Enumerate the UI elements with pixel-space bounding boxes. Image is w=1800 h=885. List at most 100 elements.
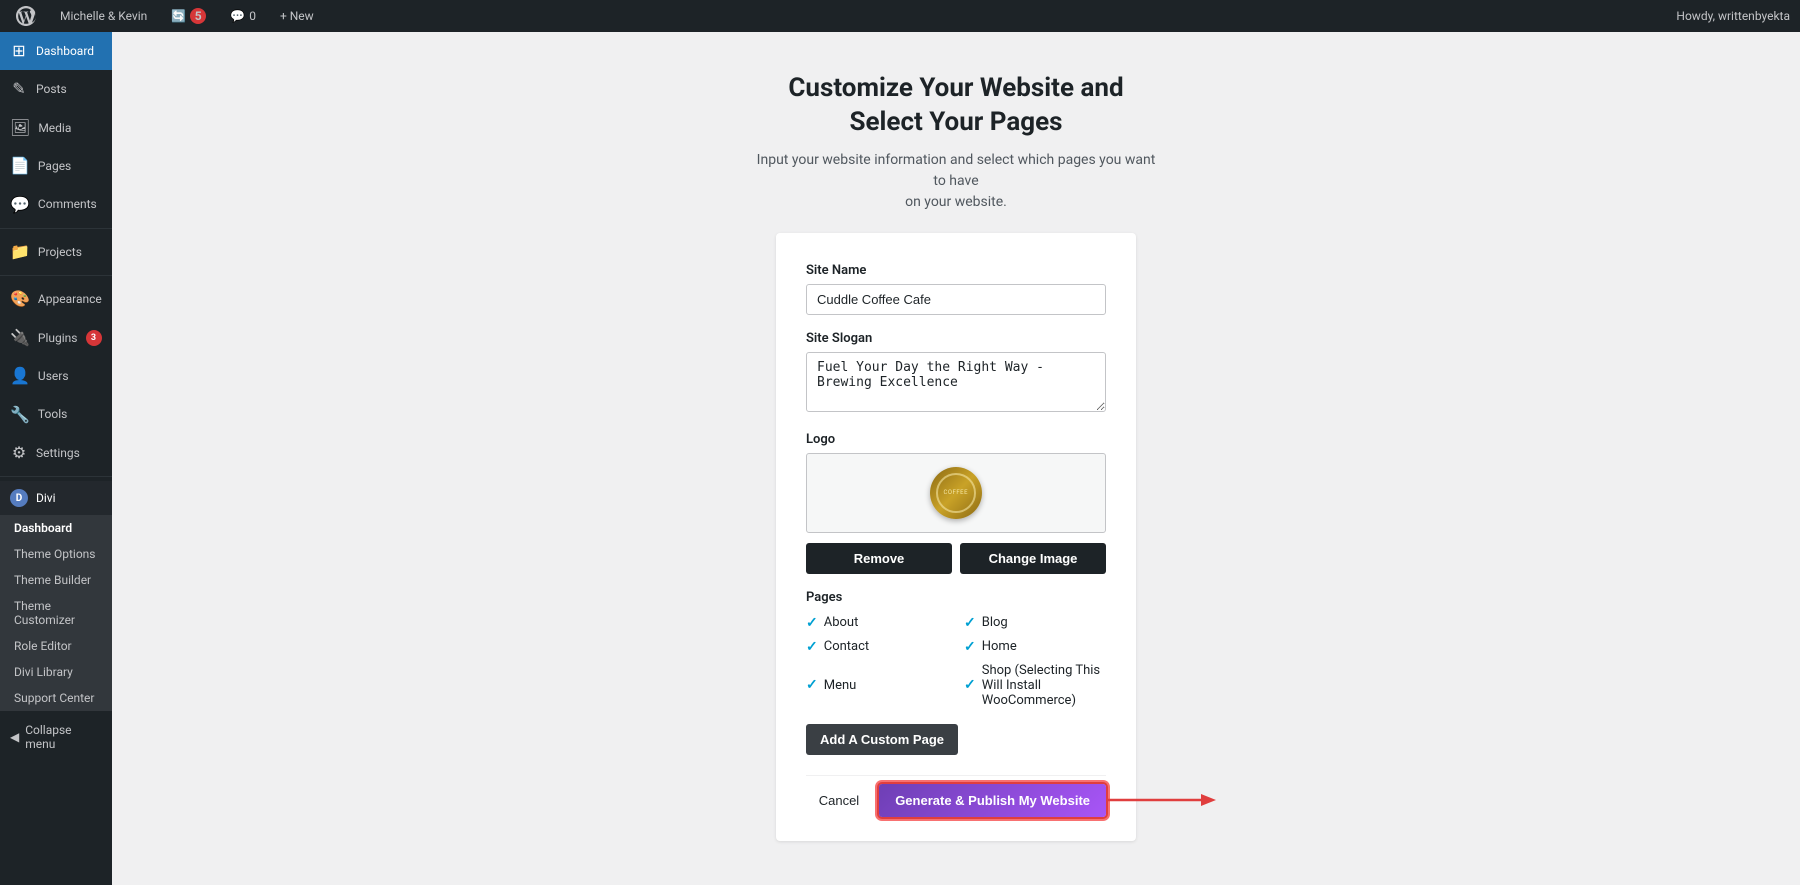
new-label: + New bbox=[280, 9, 314, 23]
sidebar-item-settings[interactable]: ⚙ Settings bbox=[0, 434, 112, 472]
settings-icon: ⚙ bbox=[10, 442, 28, 464]
pages-group: Pages ✓ About ✓ Blog ✓ Contact bbox=[806, 590, 1106, 708]
sidebar-item-theme-options[interactable]: Theme Options bbox=[0, 541, 112, 567]
sidebar-item-posts[interactable]: ✎ Posts bbox=[0, 70, 112, 108]
publish-button[interactable]: Generate & Publish My Website bbox=[879, 784, 1106, 817]
sidebar-item-label-plugins: Plugins bbox=[38, 330, 78, 347]
page-subtitle: Input your website information and selec… bbox=[756, 150, 1156, 213]
publish-annotation: Generate & Publish My Website bbox=[879, 784, 1106, 817]
main-layout: ⊞ Dashboard ✎ Posts 🖼 Media 📄 Pages 💬 Co… bbox=[0, 32, 1800, 885]
sidebar-item-label-comments: Comments bbox=[38, 196, 97, 213]
check-blog-icon: ✓ bbox=[964, 615, 976, 631]
divi-logo-dot: D bbox=[10, 489, 28, 507]
sidebar-separator-3 bbox=[0, 476, 112, 477]
page-home-label: Home bbox=[982, 639, 1017, 654]
pages-grid: ✓ About ✓ Blog ✓ Contact ✓ Home bbox=[806, 615, 1106, 708]
divi-header[interactable]: D Divi bbox=[0, 481, 112, 515]
collapse-label: Collapse menu bbox=[25, 723, 102, 751]
sidebar-item-theme-builder[interactable]: Theme Builder bbox=[0, 567, 112, 593]
customize-card: Site Name Site Slogan Fuel Your Day the … bbox=[776, 233, 1136, 841]
site-name-bar[interactable]: Michelle & Kevin bbox=[54, 0, 153, 32]
sidebar-item-plugins[interactable]: 🔌 Plugins 3 bbox=[0, 319, 112, 357]
site-name-group: Site Name bbox=[806, 263, 1106, 315]
content-area: Customize Your Website andSelect Your Pa… bbox=[112, 32, 1800, 885]
check-menu-icon: ✓ bbox=[806, 677, 818, 693]
comments-nav-icon: 💬 bbox=[10, 194, 30, 216]
sidebar-item-media[interactable]: 🖼 Media bbox=[0, 109, 112, 147]
page-item-about: ✓ About bbox=[806, 615, 948, 631]
card-footer: Cancel Generate & Publish My Website bbox=[806, 775, 1106, 817]
page-item-home: ✓ Home bbox=[964, 639, 1106, 655]
sidebar-item-appearance[interactable]: 🎨 Appearance bbox=[0, 280, 112, 318]
sidebar-item-label-media: Media bbox=[38, 120, 71, 137]
check-shop-icon: ✓ bbox=[964, 677, 976, 693]
sidebar-item-support-center[interactable]: Support Center bbox=[0, 685, 112, 711]
updates-badge: 5 bbox=[190, 8, 206, 24]
check-contact-icon: ✓ bbox=[806, 639, 818, 655]
cancel-button[interactable]: Cancel bbox=[811, 787, 867, 814]
logo-label: Logo bbox=[806, 432, 1106, 447]
add-custom-page-button[interactable]: Add A Custom Page bbox=[806, 724, 958, 755]
page-title: Customize Your Website andSelect Your Pa… bbox=[756, 72, 1156, 140]
page-contact-label: Contact bbox=[824, 639, 869, 654]
projects-icon: 📁 bbox=[10, 241, 30, 263]
sidebar-item-label-dashboard: Dashboard bbox=[36, 43, 94, 60]
page-shop-label: Shop (Selecting This Will Install WooCom… bbox=[982, 663, 1106, 708]
appearance-icon: 🎨 bbox=[10, 288, 30, 310]
sidebar-separator-1 bbox=[0, 228, 112, 229]
sidebar-item-label-posts: Posts bbox=[36, 81, 67, 98]
sidebar-item-theme-customizer[interactable]: Theme Customizer bbox=[0, 593, 112, 633]
tools-icon: 🔧 bbox=[10, 404, 30, 426]
sidebar-item-role-editor[interactable]: Role Editor bbox=[0, 633, 112, 659]
sidebar-item-label-pages: Pages bbox=[38, 158, 71, 175]
updates-icon: 🔄 bbox=[171, 9, 186, 23]
posts-icon: ✎ bbox=[10, 78, 28, 100]
updates-item[interactable]: 🔄 5 bbox=[165, 0, 212, 32]
divi-section: D Divi Dashboard Theme Options Theme Bui… bbox=[0, 481, 112, 711]
page-blog-label: Blog bbox=[982, 615, 1008, 630]
sidebar-item-users[interactable]: 👤 Users bbox=[0, 357, 112, 395]
howdy-text: Howdy, writtenbyekta bbox=[1676, 9, 1790, 23]
divi-submenu: Dashboard Theme Options Theme Builder Th… bbox=[0, 515, 112, 711]
remove-logo-button[interactable]: Remove bbox=[806, 543, 952, 574]
sidebar-item-projects[interactable]: 📁 Projects bbox=[0, 233, 112, 271]
sidebar-item-label-appearance: Appearance bbox=[38, 291, 102, 308]
check-home-icon: ✓ bbox=[964, 639, 976, 655]
collapse-icon: ◀ bbox=[10, 730, 19, 744]
page-heading: Customize Your Website andSelect Your Pa… bbox=[756, 72, 1156, 213]
site-name-text: Michelle & Kevin bbox=[60, 9, 147, 23]
logo-group: Logo Remove Change Image bbox=[806, 432, 1106, 574]
sidebar: ⊞ Dashboard ✎ Posts 🖼 Media 📄 Pages 💬 Co… bbox=[0, 32, 112, 885]
comments-count: 0 bbox=[249, 9, 256, 23]
sidebar-item-dashboard[interactable]: ⊞ Dashboard bbox=[0, 32, 112, 70]
plugins-icon: 🔌 bbox=[10, 327, 30, 349]
page-item-blog: ✓ Blog bbox=[964, 615, 1106, 631]
sidebar-item-tools[interactable]: 🔧 Tools bbox=[0, 396, 112, 434]
site-name-input[interactable] bbox=[806, 284, 1106, 315]
check-about-icon: ✓ bbox=[806, 615, 818, 631]
page-item-contact: ✓ Contact bbox=[806, 639, 948, 655]
admin-bar: Michelle & Kevin 🔄 5 💬 0 + New Howdy, wr… bbox=[0, 0, 1800, 32]
sidebar-item-divi-dashboard[interactable]: Dashboard bbox=[0, 515, 112, 541]
sidebar-item-divi-library[interactable]: Divi Library bbox=[0, 659, 112, 685]
site-slogan-group: Site Slogan Fuel Your Day the Right Way … bbox=[806, 331, 1106, 416]
site-name-label: Site Name bbox=[806, 263, 1106, 278]
wp-logo-item[interactable] bbox=[10, 0, 42, 32]
site-slogan-input[interactable]: Fuel Your Day the Right Way - Brewing Ex… bbox=[806, 352, 1106, 412]
change-image-button[interactable]: Change Image bbox=[960, 543, 1106, 574]
pages-icon: 📄 bbox=[10, 155, 30, 177]
sidebar-item-pages[interactable]: 📄 Pages bbox=[0, 147, 112, 185]
site-slogan-label: Site Slogan bbox=[806, 331, 1106, 346]
new-content-item[interactable]: + New bbox=[274, 0, 320, 32]
sidebar-item-label-settings: Settings bbox=[36, 445, 80, 462]
sidebar-item-label-tools: Tools bbox=[38, 406, 67, 423]
plugins-badge: 3 bbox=[86, 330, 102, 346]
sidebar-item-comments[interactable]: 💬 Comments bbox=[0, 186, 112, 224]
comments-item[interactable]: 💬 0 bbox=[224, 0, 262, 32]
sidebar-separator-2 bbox=[0, 275, 112, 276]
logo-preview bbox=[806, 453, 1106, 533]
comments-icon: 💬 bbox=[230, 9, 245, 23]
logo-image bbox=[930, 467, 982, 519]
collapse-menu-button[interactable]: ◀ Collapse menu bbox=[0, 715, 112, 759]
page-item-menu: ✓ Menu bbox=[806, 663, 948, 708]
